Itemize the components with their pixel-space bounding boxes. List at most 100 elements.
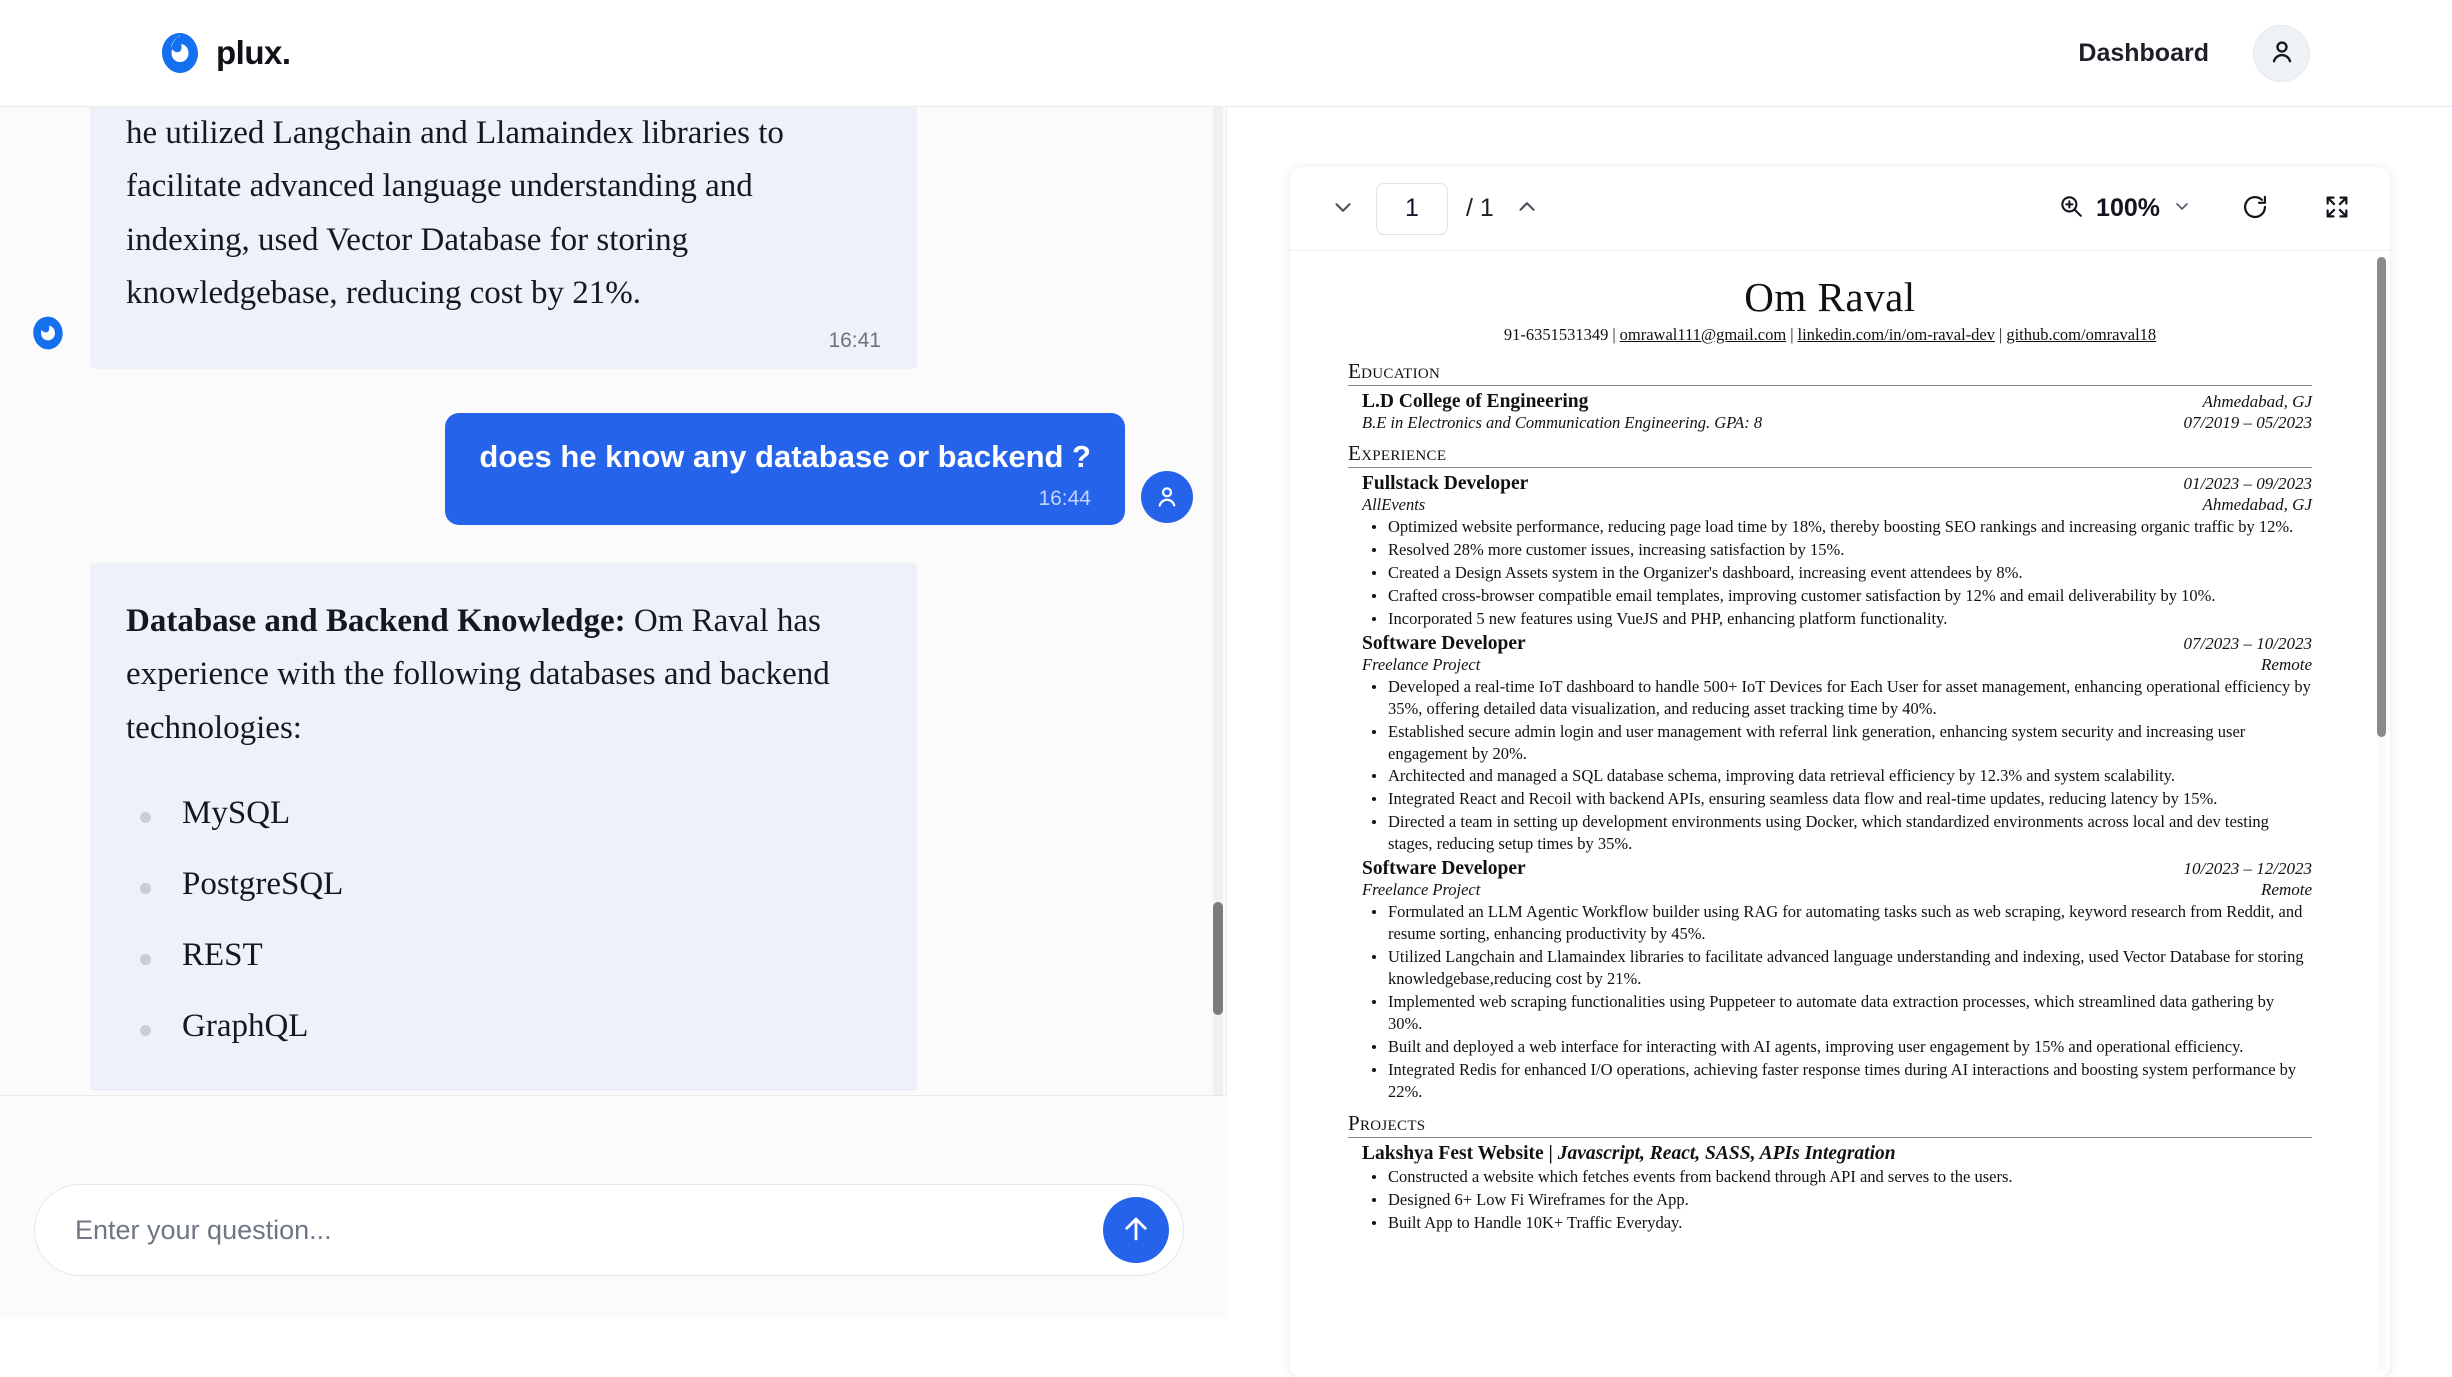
pdf-toolbar-actions: 100%	[2058, 190, 2356, 228]
education-dates: 07/2019 – 05/2023	[2183, 413, 2312, 432]
zoom-control[interactable]: 100%	[2058, 193, 2192, 224]
resume-section-projects: Projects	[1348, 1110, 1426, 1135]
resume-name: Om Raval	[1744, 274, 1916, 320]
chevron-up-icon	[1514, 194, 1540, 223]
experience-bullets: Formulated an LLM Agentic Workflow build…	[1362, 901, 2312, 1102]
user-avatar-icon	[2267, 37, 2297, 70]
assistant-message-text: he utilized Langchain and Llamaindex lib…	[126, 115, 784, 312]
experience-location: Ahmedabad, GJ	[2202, 495, 2312, 514]
composer-area	[0, 1095, 1227, 1318]
send-button[interactable]	[1103, 1197, 1169, 1263]
list-item: Directed a team in setting up developmen…	[1362, 811, 2312, 855]
experience-dates: 07/2023 – 10/2023	[2183, 633, 2312, 653]
list-item: Constructed a website which fetches even…	[1362, 1166, 2312, 1188]
user-message-text: does he know any database or backend ?	[479, 438, 1091, 474]
list-item: Resolved 28% more customer issues, incre…	[1362, 539, 2312, 561]
pdf-viewer-card: / 1 100%	[1290, 167, 2390, 1377]
list-item: Integrated Redis for enhanced I/O operat…	[1362, 1059, 2312, 1103]
experience-dates: 10/2023 – 12/2023	[2183, 859, 2312, 879]
education-location: Ahmedabad, GJ	[2202, 392, 2312, 411]
list-item: Developed a real-time IoT dashboard to h…	[1362, 676, 2312, 720]
header-right: Dashboard	[2078, 24, 2310, 82]
list-item: Crafted cross-browser compatible email t…	[1362, 585, 2312, 607]
project-title-line: Lakshya Fest Website | Javascript, React…	[1362, 1143, 2312, 1165]
list-item: Utilized Langchain and Llamaindex librar…	[1362, 946, 2312, 990]
chat-message-list: he utilized Langchain and Llamaindex lib…	[0, 107, 1227, 1095]
education-degree: B.E in Electronics and Communication Eng…	[1362, 413, 1763, 432]
pdf-page-scroll: Om Raval 91-6351531349 | omrawal111@gmail.…	[1290, 251, 2390, 1377]
list-item: Built and deployed a web interface for i…	[1362, 1036, 2312, 1058]
resume-document: Om Raval 91-6351531349 | omrawal111@gmail.…	[1290, 251, 2370, 1233]
project-separator: |	[1548, 1142, 1553, 1164]
zoom-level-label: 100%	[2096, 194, 2160, 222]
chevron-down-icon	[1330, 194, 1356, 223]
experience-title: Software Developer	[1362, 632, 1526, 654]
experience-bullets: Developed a real-time IoT dashboard to h…	[1362, 676, 2312, 856]
resume-section-experience: Experience	[1348, 441, 1447, 465]
app-header: plux. Dashboard	[0, 0, 2452, 107]
chat-panel: he utilized Langchain and Llamaindex lib…	[0, 107, 1227, 1318]
assistant-answer-list: MySQL PostgreSQL REST GraphQL	[126, 795, 881, 1045]
fullscreen-button[interactable]	[2318, 190, 2356, 228]
list-item: Created a Design Assets system in the Or…	[1362, 562, 2312, 584]
resume-section-education: Education	[1348, 359, 1441, 383]
resume-contact-line: 91-6351531349 | omrawal111@gmail.com | linke…	[1503, 325, 2157, 344]
assistant-answer-lead-bold: Database and Backend Knowledge:	[126, 602, 626, 639]
experience-company: Freelance Project	[1362, 880, 1481, 900]
user-avatar	[1141, 470, 1193, 523]
dashboard-link[interactable]: Dashboard	[2078, 39, 2209, 68]
pdf-panel: / 1 100%	[1228, 107, 2452, 1377]
project-stack: Javascript, React, SASS, APIs Integratio…	[1557, 1142, 1896, 1164]
avatar[interactable]	[2253, 24, 2310, 82]
list-item: Designed 6+ Low Fi Wireframes for the Ap…	[1362, 1189, 2312, 1211]
list-item: Architected and managed a SQL database s…	[1362, 765, 2312, 787]
pdf-scrollbar-thumb[interactable]	[2377, 257, 2386, 737]
divider	[1348, 467, 2312, 468]
resume-linkedin[interactable]: linkedin.com/in/om-raval-dev	[1798, 325, 1995, 344]
rotate-button[interactable]	[2236, 190, 2274, 228]
list-item: REST	[126, 937, 881, 974]
resume-phone: 91-6351531349	[1503, 325, 1609, 344]
divider	[1348, 385, 2312, 386]
assistant-answer-lead: Database and Backend Knowledge: Om Raval…	[126, 595, 881, 755]
experience-title: Fullstack Developer	[1362, 473, 1529, 494]
experience-entry: Software Developer 10/2023 – 12/2023 Fre…	[1348, 858, 2312, 1102]
brand[interactable]: plux.	[158, 31, 291, 75]
chat-scrollbar-thumb[interactable]	[1213, 902, 1223, 1015]
experience-entry: Software Developer 07/2023 – 10/2023 Fre…	[1348, 633, 2312, 856]
list-item: Implemented web scraping functionalities…	[1362, 991, 2312, 1035]
next-page-button[interactable]	[1508, 190, 1546, 228]
assistant-message-time: 16:41	[828, 328, 881, 352]
user-bubble: does he know any database or backend ? 1…	[445, 412, 1125, 525]
chat-message-user: does he know any database or backend ? 1…	[0, 369, 1227, 525]
list-item: Integrated React and Recoil with backend…	[1362, 788, 2312, 810]
project-entry: Lakshya Fest Website | Javascript, React…	[1348, 1143, 2312, 1234]
question-input[interactable]	[35, 1214, 1103, 1246]
experience-company: Freelance Project	[1362, 654, 1481, 674]
rotate-refresh-icon	[2241, 193, 2269, 224]
experience-dates: 01/2023 – 09/2023	[2183, 474, 2312, 493]
experience-company: AllEvents	[1362, 495, 1426, 514]
list-item: Formulated an LLM Agentic Workflow build…	[1362, 901, 2312, 945]
pdf-pagination: / 1	[1324, 182, 1546, 235]
resume-github[interactable]: github.com/omraval18	[2006, 325, 2156, 344]
assistant-bubble: he utilized Langchain and Llamaindex lib…	[90, 107, 917, 369]
prev-page-button[interactable]	[1324, 190, 1362, 228]
list-item: PostgreSQL	[126, 866, 881, 903]
list-item: Incorporated 5 new features using VueJS …	[1362, 608, 2312, 630]
arrow-up-icon	[1119, 1212, 1153, 1249]
pdf-toolbar: / 1 100%	[1290, 167, 2390, 251]
experience-location: Remote	[2261, 880, 2312, 900]
page-number-input[interactable]	[1376, 182, 1448, 235]
experience-bullets: Optimized website performance, reducing …	[1362, 516, 2312, 630]
experience-entry: Fullstack Developer 01/2023 – 09/2023 Al…	[1348, 473, 2312, 630]
list-item: Established secure admin login and user …	[1362, 721, 2312, 765]
plux-droplet-logo-icon	[158, 31, 202, 75]
chat-message-assistant-answer: Database and Backend Knowledge: Om Raval…	[90, 562, 917, 1092]
education-entry: L.D College of Engineering Ahmedabad, GJ…	[1348, 391, 2312, 433]
project-name: Lakshya Fest Website	[1362, 1142, 1544, 1164]
fullscreen-expand-icon	[2323, 193, 2351, 224]
education-school: L.D College of Engineering	[1362, 391, 1589, 412]
resume-email[interactable]: omrawal111@gmail.com	[1620, 325, 1787, 344]
composer	[34, 1184, 1184, 1276]
